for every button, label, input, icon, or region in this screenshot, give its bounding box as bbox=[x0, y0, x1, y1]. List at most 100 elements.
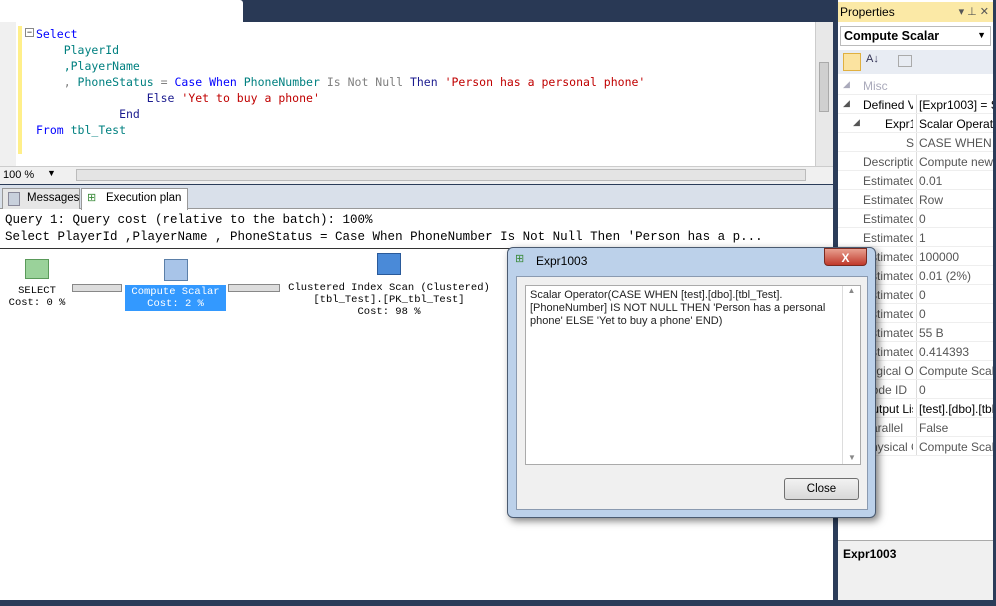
property-name: Estimated bbox=[863, 212, 913, 226]
tab-label: Execution plan bbox=[106, 192, 182, 204]
zoom-select[interactable]: 100 % bbox=[3, 169, 34, 181]
code-token: PhoneStatus bbox=[77, 75, 154, 89]
property-name: ScalarString bbox=[906, 136, 914, 150]
tab-label: Messages bbox=[27, 192, 80, 204]
scroll-thumb[interactable] bbox=[819, 62, 829, 112]
select-icon bbox=[25, 259, 49, 279]
chevron-down-icon[interactable]: ▼ bbox=[977, 30, 986, 40]
sort-alphabetical-icon[interactable]: A↓ bbox=[866, 53, 879, 65]
description-title: Expr1003 bbox=[843, 547, 897, 561]
dialog-close-x-button[interactable]: X bbox=[824, 248, 867, 266]
code-line: From tbl_Test bbox=[36, 122, 645, 138]
expand-icon[interactable]: ◢ bbox=[853, 117, 860, 128]
dialog-scrollbar[interactable]: ▲ ▼ bbox=[842, 286, 860, 464]
property-value: 0 bbox=[916, 380, 926, 398]
execution-plan-icon: ⊞ bbox=[87, 192, 97, 204]
property-row[interactable]: ◢ Expr1003Scalar Operator bbox=[838, 114, 993, 133]
code-token: 'Yet to buy a phone' bbox=[181, 91, 320, 105]
horizontal-scrollbar[interactable] bbox=[76, 169, 806, 181]
category-misc[interactable]: ◢ Misc bbox=[838, 76, 993, 95]
property-row[interactable]: Estimated 0 bbox=[838, 209, 993, 228]
property-value: 0.01 (2%) bbox=[916, 266, 971, 284]
code-token: PlayerId bbox=[36, 43, 120, 57]
panel-controls-icon[interactable]: ▾ ⊥ ✕ bbox=[959, 5, 989, 18]
properties-toolbar: A↓ bbox=[838, 50, 993, 74]
code-token: tbl_Test bbox=[70, 123, 127, 137]
expression-text[interactable]: Scalar Operator(CASE WHEN [test].[dbo].[… bbox=[525, 285, 861, 465]
close-button[interactable]: Close bbox=[784, 478, 859, 500]
node-cost: Cost: 0 % bbox=[8, 297, 66, 309]
tab-execution-plan[interactable]: ⊞ Execution plan bbox=[81, 188, 188, 210]
property-value: 1 bbox=[916, 228, 926, 246]
node-label: Compute Scalar bbox=[131, 286, 220, 298]
expand-icon: ◢ bbox=[843, 79, 850, 89]
query-cost-header: Query 1: Query cost (relative to the bat… bbox=[5, 213, 373, 227]
flow-arrow bbox=[72, 284, 122, 292]
property-value: Compute Scalar bbox=[916, 437, 993, 455]
property-name: Estimated bbox=[863, 231, 913, 245]
document-tab[interactable] bbox=[0, 0, 243, 24]
plan-node-compute-scalar[interactable]: Compute Scalar Cost: 2 % bbox=[125, 259, 226, 311]
query-editor[interactable]: − Select PlayerId ,PlayerName , PhoneSta… bbox=[0, 22, 815, 166]
property-row[interactable]: Estimated 0.01 bbox=[838, 171, 993, 190]
selected-object: Compute Scalar bbox=[844, 29, 940, 43]
code-token: Else bbox=[36, 91, 182, 105]
property-row[interactable]: ScalarStringCASE WHEN [test] bbox=[838, 133, 993, 152]
property-value: 100000 bbox=[916, 247, 959, 265]
object-selector[interactable]: Compute Scalar ▼ bbox=[840, 26, 991, 46]
code-line: End bbox=[36, 106, 645, 122]
expand-icon[interactable]: ◢ bbox=[843, 98, 850, 109]
plan-node-select[interactable]: SELECT Cost: 0 % bbox=[4, 259, 70, 309]
code-token: , bbox=[36, 75, 78, 89]
query-text: Select PlayerId ,PlayerName , PhoneStatu… bbox=[5, 230, 763, 244]
node-label: Clustered Index Scan (Clustered) bbox=[288, 282, 490, 294]
expr-dialog: ⊞ Expr1003 X Scalar Operator(CASE WHEN [… bbox=[507, 247, 876, 518]
property-value: False bbox=[916, 418, 948, 436]
collapse-icon[interactable]: − bbox=[25, 28, 34, 37]
code-line: Else 'Yet to buy a phone' bbox=[36, 90, 645, 106]
property-value: [Expr1003] = Scalar Operator bbox=[916, 95, 993, 113]
property-value: Row bbox=[916, 190, 943, 208]
property-row[interactable]: Estimated 1 bbox=[838, 228, 993, 247]
property-row[interactable]: Estimated Row bbox=[838, 190, 993, 209]
code-token: = bbox=[153, 75, 175, 89]
node-label: SELECT bbox=[18, 285, 56, 297]
node-object: [tbl_Test].[PK_tbl_Test] bbox=[313, 294, 465, 306]
property-description: Expr1003 bbox=[838, 540, 993, 600]
property-value: 0 bbox=[916, 209, 926, 227]
property-value: Compute new values bbox=[916, 152, 993, 170]
property-name: Expr1003 bbox=[885, 117, 913, 131]
plan-node-clustered-index-scan[interactable]: Clustered Index Scan (Clustered) [tbl_Te… bbox=[282, 253, 496, 318]
code-line: , PhoneStatus = Case When PhoneNumber Is… bbox=[36, 74, 646, 90]
node-cost: Cost: 2 % bbox=[147, 298, 204, 310]
code-token: From bbox=[36, 123, 71, 137]
dialog-title: Expr1003 bbox=[536, 254, 588, 268]
panel-title: Properties bbox=[840, 5, 895, 19]
code-token: Case When bbox=[174, 75, 244, 89]
sql-code[interactable]: Select PlayerId ,PlayerName , PhoneStatu… bbox=[36, 26, 645, 138]
property-row[interactable]: DescriptionCompute new values bbox=[838, 152, 993, 171]
properties-title-bar: Properties ▾ ⊥ ✕ bbox=[838, 2, 993, 22]
code-line: PlayerId bbox=[36, 42, 645, 58]
property-pages-icon[interactable] bbox=[898, 55, 912, 67]
node-cost: Cost: 98 % bbox=[357, 306, 421, 318]
execution-plan-icon: ⊞ bbox=[515, 253, 525, 265]
index-scan-icon bbox=[377, 253, 401, 275]
tab-messages[interactable]: Messages bbox=[2, 188, 80, 209]
editor-vertical-scrollbar[interactable] bbox=[815, 22, 833, 166]
property-row[interactable]: ◢ Defined Values[Expr1003] = Scalar Opera… bbox=[838, 95, 993, 114]
change-marker bbox=[18, 26, 22, 154]
messages-icon bbox=[8, 192, 20, 206]
code-token: Is Not Null bbox=[326, 75, 410, 89]
flow-arrow bbox=[228, 284, 280, 292]
property-value: 0.414393 bbox=[916, 342, 969, 360]
property-value: 0.01 bbox=[916, 171, 942, 189]
property-value: 55 B bbox=[916, 323, 944, 341]
category-label: Misc bbox=[863, 79, 888, 93]
code-line: Select bbox=[36, 26, 645, 42]
code-line: ,PlayerName bbox=[36, 58, 645, 74]
chevron-down-icon[interactable]: ▼ bbox=[47, 168, 56, 178]
compute-scalar-icon bbox=[163, 259, 188, 281]
code-token: Select bbox=[36, 27, 78, 41]
categorized-icon[interactable] bbox=[843, 53, 861, 71]
